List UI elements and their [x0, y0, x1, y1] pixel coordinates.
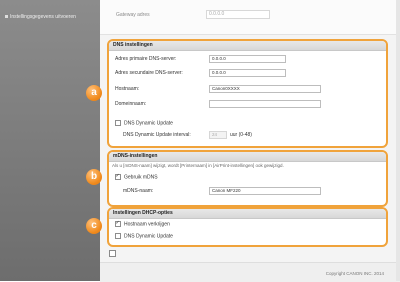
main-panel: Gateway adres 0.0.0.0 DNS instellingen A… — [100, 0, 400, 282]
hostname-input[interactable]: Canon0XXXX — [209, 85, 321, 93]
use-mdns-checkbox[interactable] — [115, 173, 121, 180]
use-mdns-checkbox-row[interactable]: Gebruik mDNS — [115, 173, 158, 181]
scrollbar[interactable] — [396, 0, 400, 281]
secondary-dns-label: Adres secundaire DNS-server: — [115, 70, 183, 76]
gateway-label: Gateway adres — [116, 12, 150, 18]
domain-input[interactable] — [209, 100, 321, 108]
dns-section-title: DNS instellingen — [109, 41, 386, 51]
callout-badge-a: a — [86, 85, 102, 101]
dhcp-dns-dynamic-update-checkbox[interactable] — [115, 233, 121, 239]
secondary-dns-input[interactable]: 0.0.0.0 — [209, 69, 286, 77]
sidebar-item-export-settings[interactable]: Instellingsgegevens uitvoeren — [5, 14, 76, 20]
dhcp-dns-dynamic-update-label: DNS Dynamic Update — [124, 233, 173, 240]
mdns-name-input[interactable]: Canon MF220 — [209, 187, 321, 195]
mdns-name-label: mDNS-naam: — [123, 188, 154, 194]
sidebar-item-label: Instellingsgegevens uitvoeren — [10, 14, 76, 20]
obtain-hostname-checkbox-row[interactable]: Hostnaam verkrijgen — [115, 220, 170, 228]
footer: Copyright CANON INC. 2014 — [100, 262, 400, 282]
mdns-settings-section: mDNS-instellingen Als u [mDNS-naam] wijz… — [107, 150, 388, 207]
dns-dynamic-update-label: DNS Dynamic Update — [124, 120, 173, 127]
update-interval-label: DNS Dynamic Update interval: — [123, 132, 191, 138]
update-interval-input[interactable]: 24 — [209, 131, 227, 139]
sidebar: Instellingsgegevens uitvoeren — [0, 0, 100, 281]
gateway-input: 0.0.0.0 — [206, 10, 270, 19]
dhcp-dns-dynamic-update-checkbox-row[interactable]: DNS Dynamic Update — [115, 233, 173, 239]
mdns-note: Als u [mDNS-naam] wijzigt, wordt [Printe… — [112, 163, 284, 168]
dns-dynamic-update-checkbox-row[interactable]: DNS Dynamic Update — [115, 120, 173, 126]
dns-dynamic-update-checkbox[interactable] — [115, 120, 121, 126]
copyright-text: Copyright CANON INC. 2014 — [325, 271, 384, 276]
use-mdns-label: Gebruik mDNS — [124, 174, 158, 181]
obtain-hostname-label: Hostnaam verkrijgen — [124, 221, 170, 228]
domain-label: Domeinnaam: — [115, 101, 147, 107]
dhcp-options-section: Instellingen DHCP-opties Hostnaam verkri… — [107, 207, 388, 247]
dns-settings-section: DNS instellingen Adres primaire DNS-serv… — [107, 39, 388, 148]
primary-dns-input[interactable]: 0.0.0.0 — [209, 55, 286, 63]
callout-badge-b: b — [86, 169, 102, 185]
bullet-icon — [5, 15, 8, 19]
callout-badge-c: c — [86, 218, 102, 234]
hostname-label: Hostnaam: — [115, 86, 140, 92]
dhcp-section-title: Instellingen DHCP-opties — [109, 209, 386, 219]
page-top-icon[interactable] — [109, 250, 116, 257]
mdns-section-title: mDNS-instellingen — [109, 152, 386, 162]
primary-dns-label: Adres primaire DNS-server: — [115, 56, 177, 62]
gateway-row: Gateway adres 0.0.0.0 — [100, 0, 400, 35]
update-interval-unit: uur (0-48) — [230, 132, 252, 138]
obtain-hostname-checkbox[interactable] — [115, 220, 121, 227]
